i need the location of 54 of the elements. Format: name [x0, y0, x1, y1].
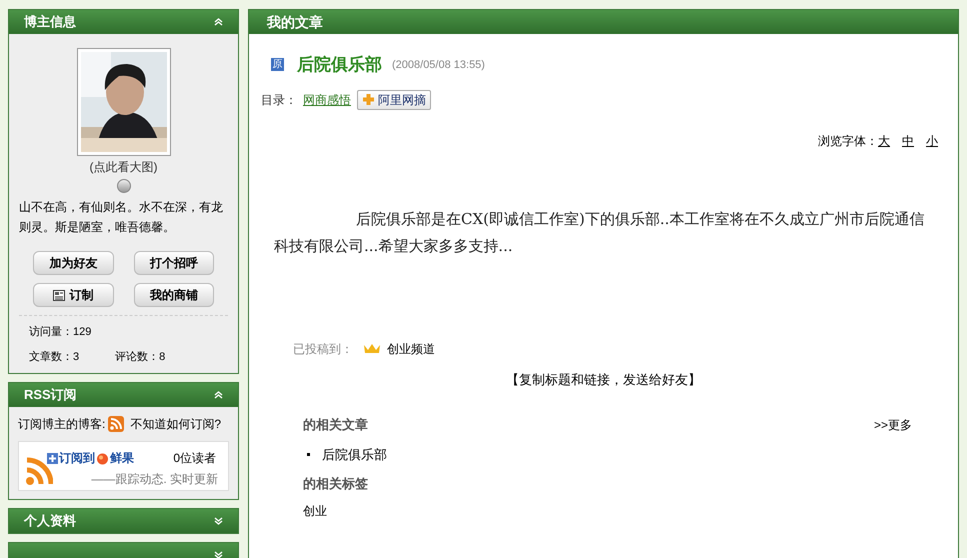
category-label: 目录： — [261, 92, 297, 108]
panel-title: 博主信息 — [24, 13, 76, 32]
submitted-label: 已投稿到： — [293, 340, 353, 358]
panel-header[interactable]: 个人资料 — [9, 509, 238, 533]
section-title: 的相关文章 — [303, 416, 368, 434]
original-badge: 原 — [271, 58, 284, 72]
profile-button[interactable]: 我的商铺 — [134, 283, 214, 307]
expand-icon[interactable] — [214, 517, 223, 525]
rss-icon[interactable] — [108, 416, 124, 432]
article-count: 文章数：3 — [29, 350, 80, 364]
font-size-label: 浏览字体： — [818, 132, 878, 150]
expand-icon[interactable] — [214, 551, 223, 558]
peach-icon — [96, 452, 109, 464]
article-title: 后院俱乐部 — [297, 54, 382, 76]
rss-icon — [25, 456, 53, 486]
help-link[interactable]: 不知道如何订阅? — [130, 415, 222, 433]
collapse-icon[interactable] — [214, 391, 223, 399]
post-date: (2008/05/08 13:55) — [392, 58, 485, 72]
visit-count: 访问量：129 — [29, 324, 92, 340]
comment-count: 评论数：8 — [115, 350, 166, 364]
photo-link[interactable]: (点此看大图) — [90, 158, 158, 176]
subscribe-link[interactable]: 订阅到 — [59, 449, 95, 467]
more-link[interactable]: >>更多 — [874, 416, 912, 434]
newspaper-icon — [53, 290, 66, 300]
profile-button[interactable]: 打个招呼 — [134, 251, 214, 275]
tagline-text: ——跟踪动态. 实时更新 — [91, 471, 218, 488]
panel-title: RSS订阅 — [24, 386, 77, 404]
font-size-link[interactable]: 大 — [878, 132, 890, 150]
plus-icon — [47, 452, 58, 464]
tag-link[interactable]: 创业 — [303, 502, 327, 520]
profile-button[interactable]: 加为好友 — [33, 251, 114, 275]
section-title: 的相关标签 — [303, 475, 369, 493]
service-name: 鲜果 — [110, 450, 134, 467]
status-icon — [116, 179, 130, 193]
collapse-icon[interactable] — [214, 18, 223, 26]
article-link[interactable]: 后院俱乐部 — [322, 444, 387, 464]
panel-header[interactable]: RSS订阅 — [9, 383, 238, 407]
reader-count: 0位读者 — [173, 450, 216, 467]
header-title: 我的文章 — [267, 12, 323, 32]
share-link[interactable]: 【复制标题和链接，发送给好友】 — [506, 370, 701, 389]
panel-title: 个人资料 — [24, 512, 76, 530]
panel-header[interactable]: 博主信息 — [9, 10, 238, 34]
crown-icon — [363, 344, 381, 354]
article-body: 后院俱乐部是在CX(即诚信工作室)下的俱乐部..本工作室将在不久成立广州市后院通信科技有限公司...希望大家多多支持... — [273, 208, 926, 256]
font-size-link[interactable]: 小 — [926, 132, 938, 150]
bio-text: 山不在高，有仙则名。水不在深，有龙则灵。斯是陋室，唯吾德馨。 — [19, 199, 224, 236]
category-link[interactable]: 网商感悟 — [303, 90, 351, 108]
rss-prompt: 订阅博主的博客: — [18, 416, 106, 433]
bookmark-button[interactable]: 阿里网摘 — [357, 90, 431, 110]
plus-icon — [362, 93, 375, 106]
font-size-link[interactable]: 中 — [902, 132, 914, 150]
bullet-icon — [307, 452, 310, 456]
profile-button[interactable]: 订制 — [33, 283, 114, 307]
channel-link[interactable]: 创业频道 — [387, 340, 435, 358]
